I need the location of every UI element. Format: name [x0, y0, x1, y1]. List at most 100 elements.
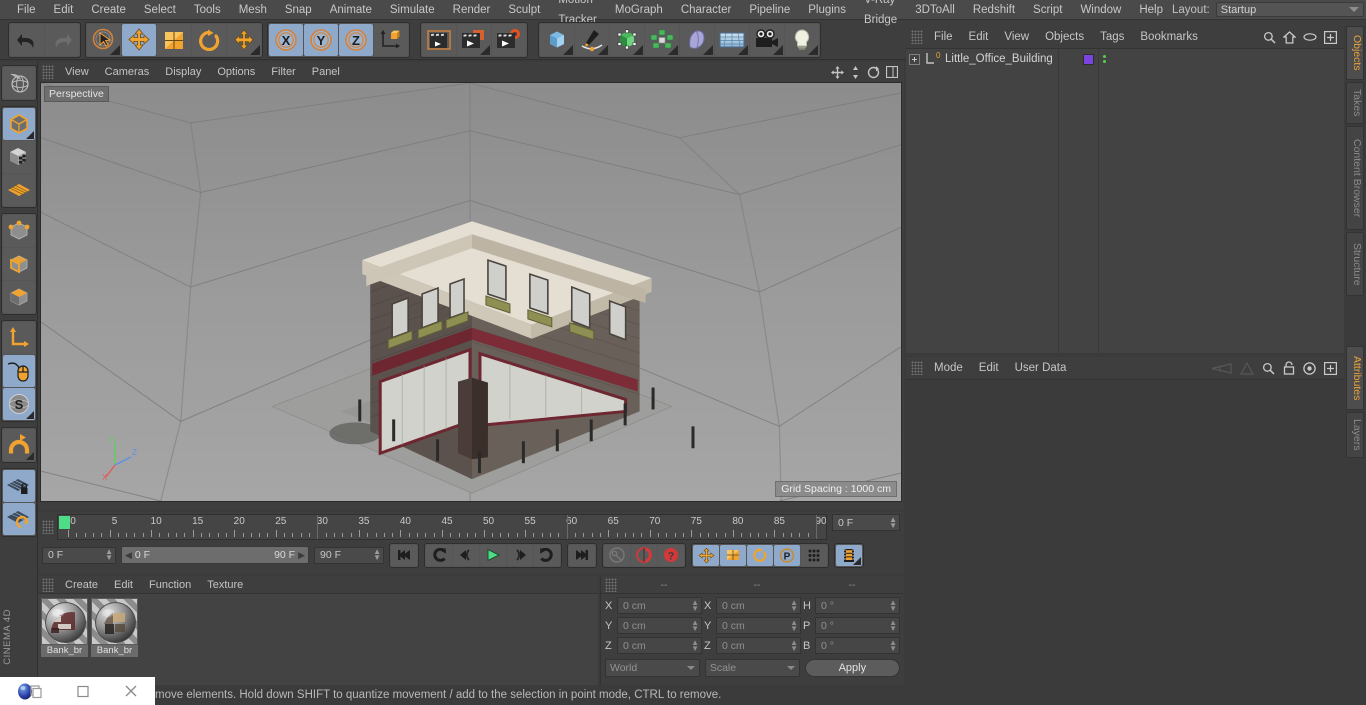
snap-magnet-button[interactable] [2, 429, 35, 461]
viewport-menu-view[interactable]: View [57, 62, 97, 82]
go-to-next-keyframe-button[interactable] [534, 544, 560, 566]
axis-modification-button[interactable] [2, 322, 35, 354]
menu-help[interactable]: Help [1130, 0, 1172, 20]
lock-workplane-button[interactable] [2, 470, 35, 502]
menu-mesh[interactable]: Mesh [230, 0, 276, 20]
enable-snapping-button[interactable] [2, 355, 35, 387]
back-nav-icon[interactable] [1210, 362, 1232, 375]
record-parameter-button[interactable]: P [774, 544, 800, 566]
menu-vray-bridge[interactable]: V-Ray Bridge [855, 0, 906, 30]
go-to-end-button[interactable] [569, 544, 595, 566]
undo-view-button[interactable] [2, 67, 35, 99]
animation-mode-button[interactable] [836, 544, 862, 566]
menu-window[interactable]: Window [1071, 0, 1130, 20]
size-x-field[interactable]: 0 cm ▲ ▼ [716, 597, 801, 614]
viewport-rotate-icon[interactable] [867, 65, 880, 79]
material-menu-function[interactable]: Function [141, 576, 199, 594]
step-back-button[interactable] [453, 544, 479, 566]
move-tool[interactable] [122, 23, 156, 56]
menu-edit[interactable]: Edit [45, 0, 83, 20]
points-mode-button[interactable] [2, 215, 35, 247]
current-frame-field[interactable]: 0 F ▲ ▼ [832, 514, 900, 531]
menu-plugins[interactable]: Plugins [799, 0, 855, 20]
range-right-arrow-icon[interactable]: ▶ [298, 550, 305, 561]
menu-tools[interactable]: Tools [185, 0, 230, 20]
scale-tool[interactable] [157, 23, 191, 56]
coordinate-system-dropdown[interactable]: World [605, 659, 700, 677]
timeline-grip-icon[interactable] [42, 520, 54, 534]
soft-selection-button[interactable]: S [2, 388, 35, 420]
material-grip-icon[interactable] [42, 577, 54, 592]
target-icon[interactable] [1303, 361, 1316, 375]
position-y-field[interactable]: 0 cm ▲ ▼ [617, 617, 702, 634]
tab-structure[interactable]: Structure [1346, 232, 1364, 296]
stepper-arrows-icon[interactable]: ▲ ▼ [889, 638, 897, 652]
object-menu-edit[interactable]: Edit [961, 26, 997, 48]
attribute-menu-mode[interactable]: Mode [926, 357, 971, 379]
range-left-arrow-icon[interactable]: ◀ [125, 550, 132, 561]
viewport-3d-canvas[interactable]: Perspective Grid Spacing : 1000 cm Y Z X [40, 82, 902, 502]
object-menu-objects[interactable]: Objects [1037, 26, 1092, 48]
record-position-button[interactable] [693, 544, 719, 566]
expand-icon[interactable] [1324, 30, 1337, 44]
timeline-end-field[interactable]: 90 F ▲ ▼ [314, 546, 384, 564]
material-item[interactable]: Bank_br [41, 598, 88, 657]
workplane-mode-button[interactable] [2, 174, 35, 206]
size-z-field[interactable]: 0 cm ▲ ▼ [716, 637, 801, 654]
stepper-arrows-icon[interactable]: ▲ ▼ [889, 598, 897, 612]
timeline-start-field[interactable]: 0 F ▲ ▼ [42, 546, 116, 564]
material-menu-texture[interactable]: Texture [199, 576, 251, 594]
attribute-menu-edit[interactable]: Edit [971, 357, 1007, 379]
record-rotation-button[interactable] [747, 544, 773, 566]
viewport-move-icon[interactable] [831, 65, 844, 79]
position-z-field[interactable]: 0 cm ▲ ▼ [617, 637, 702, 654]
forward-nav-icon[interactable] [1240, 361, 1254, 375]
model-mode-button[interactable] [2, 108, 35, 140]
material-menu-create[interactable]: Create [57, 576, 106, 594]
add-camera-button[interactable] [750, 23, 784, 56]
object-tree[interactable]: 0 Little_Office_Building [906, 48, 1344, 353]
stepper-arrows-icon[interactable]: ▲ ▼ [790, 598, 798, 612]
rotate-tool[interactable] [192, 23, 226, 56]
apply-button[interactable]: Apply [804, 659, 901, 677]
menu-redshift[interactable]: Redshift [964, 0, 1024, 20]
object-menu-file[interactable]: File [926, 26, 961, 48]
stepper-arrows-icon[interactable]: ▲ ▼ [790, 618, 798, 632]
keyframe-selection-button[interactable]: ? [658, 544, 684, 566]
attribute-content-area[interactable] [906, 379, 1344, 701]
lock-z-axis-button[interactable]: Z [339, 23, 373, 56]
tab-layers[interactable]: Layers [1346, 412, 1364, 458]
record-pla-button[interactable] [801, 544, 827, 566]
menu-render[interactable]: Render [444, 0, 500, 20]
size-mode-dropdown[interactable]: Scale [704, 659, 800, 677]
menu-file[interactable]: File [8, 0, 45, 20]
close-window-button[interactable] [124, 684, 138, 698]
move-duplicate-tool[interactable] [227, 23, 261, 56]
menu-character[interactable]: Character [672, 0, 741, 20]
viewport-menu-filter[interactable]: Filter [263, 62, 303, 82]
timeline-ruler[interactable]: 0 5 10 15 20 25 30 35 40 45 50 55 60 65 70 75 80 85 90 [57, 514, 827, 540]
autokeying-button[interactable] [631, 544, 657, 566]
stepper-arrows-icon[interactable]: ▲ ▼ [790, 638, 798, 652]
object-row[interactable]: 0 Little_Office_Building [906, 49, 1344, 69]
rotation-h-field[interactable]: 0 ° ▲ ▼ [815, 597, 900, 614]
menu-animate[interactable]: Animate [321, 0, 381, 20]
add-floor-button[interactable] [715, 23, 749, 56]
current-frame-marker[interactable] [59, 516, 70, 529]
object-menu-bookmarks[interactable]: Bookmarks [1132, 26, 1206, 48]
record-active-objects-button[interactable] [604, 544, 630, 566]
texture-mode-button[interactable] [2, 141, 35, 173]
planar-workplane-button[interactable] [2, 503, 35, 535]
add-generator-button[interactable] [610, 23, 644, 56]
object-visibility-dots[interactable] [1102, 55, 1106, 63]
material-swatch[interactable] [41, 598, 88, 645]
object-menu-tags[interactable]: Tags [1092, 26, 1132, 48]
menu-script[interactable]: Script [1024, 0, 1071, 20]
stepper-arrows-icon[interactable]: ▲ ▼ [105, 548, 113, 562]
material-menu-edit[interactable]: Edit [106, 576, 141, 594]
lock-icon[interactable] [1283, 361, 1295, 375]
viewport-layout-icon[interactable] [886, 66, 898, 78]
stepper-arrows-icon[interactable]: ▲ ▼ [889, 515, 897, 529]
position-x-field[interactable]: 0 cm ▲ ▼ [617, 597, 702, 614]
material-item[interactable]: Bank_br [91, 598, 138, 657]
